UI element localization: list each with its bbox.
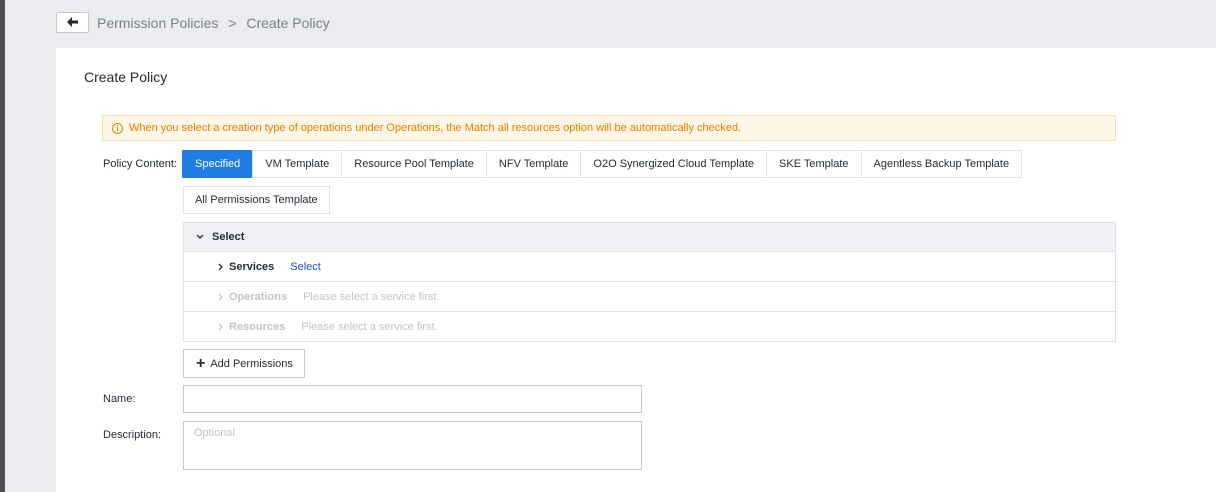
breadcrumb: Permission Policies > Create Policy	[97, 15, 330, 31]
tab-nfv-template[interactable]: NFV Template	[485, 150, 582, 178]
select-panel-header[interactable]: Select	[184, 223, 1115, 252]
select-panel: Select Services Select Operations Please…	[183, 222, 1116, 342]
breadcrumb-parent[interactable]: Permission Policies	[97, 15, 218, 31]
tab-resource-pool-template[interactable]: Resource Pool Template	[341, 150, 487, 178]
operations-label: Operations	[229, 290, 288, 303]
arrow-left-icon	[66, 16, 79, 30]
page-title: Create Policy	[84, 69, 168, 85]
operations-hint: Please select a service first.	[303, 290, 440, 303]
tab-all-permissions-template[interactable]: All Permissions Template	[183, 186, 330, 214]
add-permissions-button[interactable]: + Add Permissions	[183, 349, 305, 378]
chevron-right-icon	[215, 323, 227, 331]
back-button[interactable]	[56, 12, 89, 33]
chevron-right-icon	[215, 293, 227, 301]
description-label: Description:	[103, 429, 162, 441]
select-panel-title: Select	[212, 231, 245, 243]
info-icon: i	[112, 122, 123, 134]
tab-vm-template[interactable]: VM Template	[252, 150, 343, 178]
chevron-down-icon	[194, 234, 206, 240]
add-permissions-label: Add Permissions	[210, 357, 293, 370]
policy-content-tabs: Specified VM Template Resource Pool Temp…	[182, 150, 1023, 178]
name-label: Name:	[103, 393, 136, 405]
services-row[interactable]: Services Select	[184, 252, 1115, 282]
operations-row: Operations Please select a service first…	[184, 282, 1115, 312]
warning-notice: i When you select a creation type of ope…	[102, 115, 1116, 141]
breadcrumb-separator: >	[228, 15, 237, 31]
tab-agentless-backup-template[interactable]: Agentless Backup Template	[860, 150, 1023, 178]
left-edge-bar	[0, 0, 5, 492]
policy-content-label: Policy Content:	[103, 158, 177, 170]
notice-text: When you select a creation type of opera…	[129, 122, 742, 134]
resources-hint: Please select a service first.	[301, 321, 438, 333]
tab-ske-template[interactable]: SKE Template	[766, 150, 862, 178]
description-textarea[interactable]	[183, 421, 642, 470]
plus-icon: +	[196, 354, 206, 372]
tab-o2o-synergized-cloud-template[interactable]: O2O Synergized Cloud Template	[580, 150, 768, 178]
main-panel: Create Policy i When you select a creati…	[56, 48, 1216, 492]
resources-label: Resources	[229, 321, 286, 333]
breadcrumb-current: Create Policy	[246, 15, 330, 31]
tab-specified[interactable]: Specified	[182, 150, 254, 178]
chevron-right-icon	[215, 263, 227, 271]
services-label: Services	[229, 260, 275, 273]
resources-row: Resources Please select a service first.	[184, 312, 1115, 342]
name-input[interactable]	[183, 385, 642, 413]
services-select-link[interactable]: Select	[290, 261, 321, 273]
top-bar: Permission Policies > Create Policy	[5, 0, 1216, 48]
